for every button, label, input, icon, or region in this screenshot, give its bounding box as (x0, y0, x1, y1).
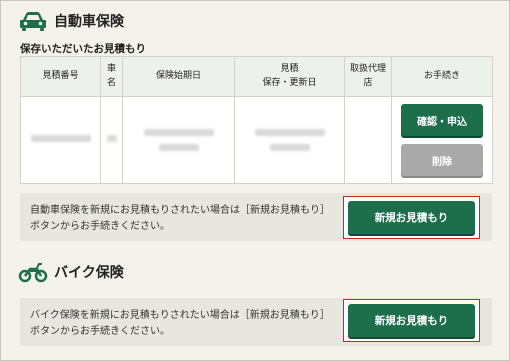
header-quote-number: 見積番号 (20, 56, 101, 97)
car-name-cell (100, 96, 123, 184)
header-procedure: お手続き (391, 56, 493, 97)
redacted-value (254, 129, 325, 136)
car-notice-text: 自動車保険を新規にお見積もりされたい場合は［新規お見積もり］ボタンからお手続きく… (30, 205, 330, 232)
header-start-date: 保険始期日 (122, 56, 235, 97)
car-section-title: 自動車保険 (54, 14, 124, 30)
redacted-value (30, 135, 91, 142)
motorcycle-icon (18, 263, 48, 283)
header-saved-date: 見積 保存・更新日 (234, 56, 345, 97)
bike-new-quote-highlight: 新規お見積もり (343, 299, 480, 342)
car-new-quote-notice: 自動車保険を新規にお見積もりされたい場合は［新規お見積もり］ボタンからお手続きく… (20, 193, 492, 241)
bike-new-quote-notice: バイク保険を新規にお見積もりされたい場合は［新規お見積もり］ボタンからお手続きく… (20, 298, 492, 346)
car-new-quote-button[interactable]: 新規お見積もり (348, 201, 475, 234)
bike-section-title: バイク保険 (54, 265, 124, 281)
redacted-value (106, 135, 117, 142)
quote-number-cell (20, 96, 101, 184)
header-car-name: 車 名 (100, 56, 123, 97)
bike-notice-text: バイク保険を新規にお見積もりされたい場合は［新規お見積もり］ボタンからお手続きく… (30, 310, 330, 337)
saved-date-cell (234, 96, 345, 184)
delete-button[interactable]: 削除 (401, 144, 483, 176)
saved-quotes-title: 保存いただいたお見積もり (20, 43, 146, 55)
confirm-apply-button[interactable]: 確認・申込 (401, 104, 483, 136)
procedure-cell: 確認・申込 削除 (391, 96, 493, 184)
page-frame: 自動車保険 保存いただいたお見積もり 見積番号 車 名 保険始期日 見積 保存・… (0, 0, 510, 361)
table-row: 確認・申込 削除 (20, 96, 493, 184)
redacted-value (143, 129, 214, 136)
table-header-row: 見積番号 車 名 保険始期日 見積 保存・更新日 取扱代理 店 お手続き (20, 56, 493, 97)
saved-quotes-table: 見積番号 車 名 保険始期日 見積 保存・更新日 取扱代理 店 お手続き 確認・… (20, 56, 493, 184)
car-new-quote-highlight: 新規お見積もり (343, 196, 480, 239)
bike-new-quote-button[interactable]: 新規お見積もり (348, 304, 475, 337)
agent-cell (344, 96, 392, 184)
redacted-value (158, 144, 199, 151)
car-icon (20, 12, 46, 31)
header-agent: 取扱代理 店 (344, 56, 392, 97)
car-section-header: 自動車保険 (18, 9, 124, 33)
start-date-cell (122, 96, 235, 184)
redacted-value (269, 144, 310, 151)
bike-section-header: バイク保険 (18, 260, 124, 284)
